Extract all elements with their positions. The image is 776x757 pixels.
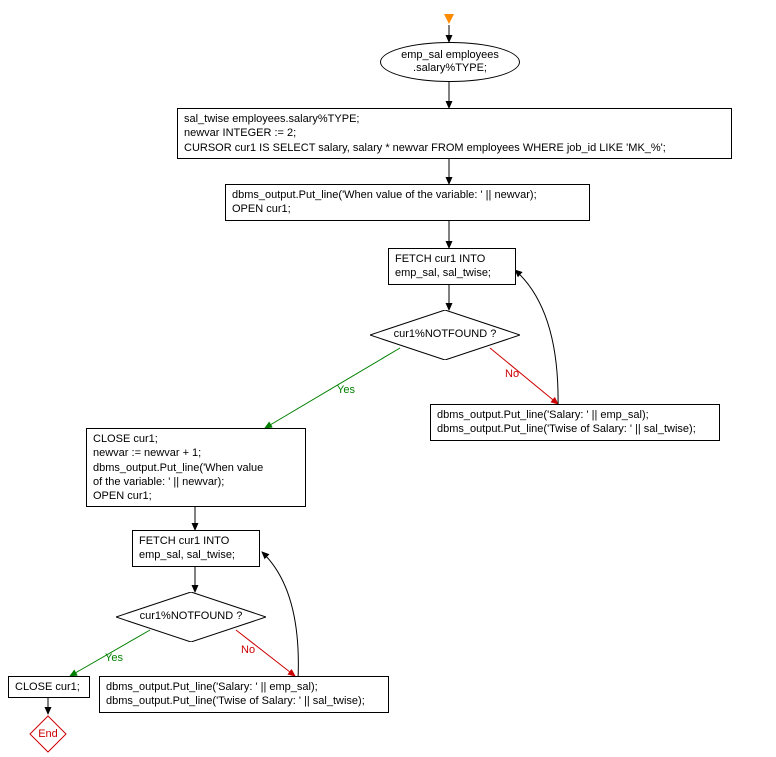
reinit-line2: newvar := newvar + 1; (93, 446, 299, 460)
declare-line2: newvar INTEGER := 2; (184, 126, 725, 140)
cond2-text: cur1%NOTFOUND ? (116, 610, 266, 622)
output1-line2: dbms_output.Put_line('Twise of Salary: '… (437, 422, 713, 436)
open1-line2: OPEN cur1; (232, 202, 583, 216)
output2-line2: dbms_output.Put_line('Twise of Salary: '… (106, 694, 382, 708)
fetch2-line1: FETCH cur1 INTO (139, 534, 253, 548)
close-cursor-2-block: CLOSE cur1; (8, 676, 90, 698)
notfound-2-decision: cur1%NOTFOUND ? (116, 592, 266, 642)
declare-block: sal_twise employees.salary%TYPE; newvar … (177, 108, 732, 159)
output-salary-1-block: dbms_output.Put_line('Salary: ' || emp_s… (430, 404, 720, 441)
fetch2-line2: emp_sal, sal_twise; (139, 548, 253, 562)
output2-line1: dbms_output.Put_line('Salary: ' || emp_s… (106, 680, 382, 694)
open-cursor-1-block: dbms_output.Put_line('When value of the … (225, 184, 590, 221)
fetch-1-block: FETCH cur1 INTO emp_sal, sal_twise; (388, 248, 516, 285)
start-arrow-icon (444, 14, 454, 24)
no-label-2: No (241, 644, 255, 656)
yes-label-1: Yes (337, 384, 355, 396)
reinit-line1: CLOSE cur1; (93, 432, 299, 446)
fetch-2-block: FETCH cur1 INTO emp_sal, sal_twise; (132, 530, 260, 567)
cond1-text: cur1%NOTFOUND ? (370, 328, 520, 340)
declare-line3: CURSOR cur1 IS SELECT salary, salary * n… (184, 141, 725, 155)
declare-line1: sal_twise employees.salary%TYPE; (184, 112, 725, 126)
no-label-1: No (505, 368, 519, 380)
open1-line1: dbms_output.Put_line('When value of the … (232, 188, 583, 202)
reinit-line3: dbms_output.Put_line('When value (93, 461, 299, 475)
fetch1-line1: FETCH cur1 INTO (395, 252, 509, 266)
output1-line1: dbms_output.Put_line('Salary: ' || emp_s… (437, 408, 713, 422)
notfound-1-decision: cur1%NOTFOUND ? (370, 310, 520, 360)
start-text-line1: emp_sal employees (393, 49, 507, 62)
reinit-line4: of the variable: ' || newvar); (93, 475, 299, 489)
reinit-line5: OPEN cur1; (93, 489, 299, 503)
output-salary-2-block: dbms_output.Put_line('Salary: ' || emp_s… (99, 676, 389, 713)
start-ellipse: emp_sal employees .salary%TYPE; (380, 42, 520, 82)
close2-text: CLOSE cur1; (15, 681, 80, 693)
yes-label-2: Yes (105, 652, 123, 664)
end-text: End (28, 728, 68, 740)
start-text-line2: .salary%TYPE; (393, 62, 507, 75)
reinit-cursor-block: CLOSE cur1; newvar := newvar + 1; dbms_o… (86, 428, 306, 507)
fetch1-line2: emp_sal, sal_twise; (395, 266, 509, 280)
end-node: End (28, 714, 68, 754)
